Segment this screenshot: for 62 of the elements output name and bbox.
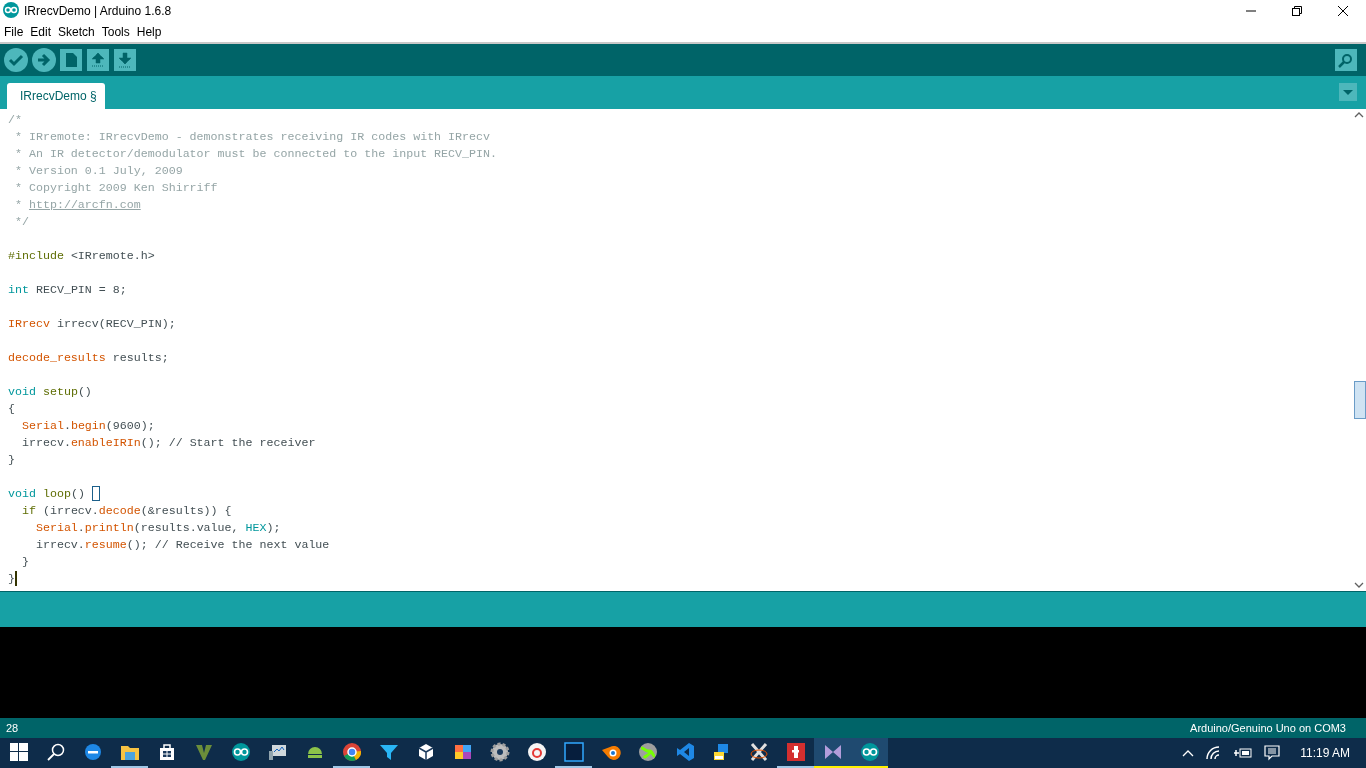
code-line: { [8,400,16,417]
code-line: void loop() [8,484,1352,502]
globe-icon [637,742,658,762]
window-title: IRrecvDemo | Arduino 1.6.8 [24,4,173,18]
square-app-icon [563,742,584,762]
menu-item[interactable]: Sketch [54,25,98,39]
code-line: } [8,570,18,587]
code-line: * Version 0.1 July, 2009 [14,162,184,179]
code-line: #include <IRremote.h> [8,247,156,264]
arrow-down-icon[interactable] [114,48,136,71]
menu-item[interactable]: File [0,25,27,39]
monitor-icon [267,742,288,762]
clock[interactable]: 11:19 AM [1300,746,1350,760]
board-port-label: Arduino/Genuino Uno on COM3 [1190,722,1346,734]
dropdown-icon[interactable] [1339,83,1357,102]
browser-icon [82,742,103,762]
bow-tie-icon [822,742,843,762]
code-line: /* [8,111,23,128]
code-line: * IRremote: IRrecvDemo - demonstrates receiving IR codes with IRrecv [14,128,491,145]
code-line: void setup() [8,383,93,400]
v-logo-icon [193,742,214,762]
infinity-logo-icon [859,742,880,762]
check-icon[interactable] [4,47,28,72]
line-number: 28 [6,722,19,734]
infinity-logo-icon [230,742,251,762]
restore-icon[interactable] [1292,6,1302,16]
code-line: } [8,451,16,468]
color-wheel-icon [341,742,362,762]
code-line: if (irrecv.decode(&results)) { [20,502,233,519]
close-icon[interactable] [1337,5,1349,17]
battery-icon[interactable] [1234,747,1253,759]
menu-item[interactable]: Tools [97,25,133,39]
search-icon[interactable] [46,743,65,761]
code-line: int RECV_PIN = 8; [8,281,128,298]
funnel-icon [378,742,399,762]
cross-icon [748,742,769,762]
arrow-right-icon[interactable] [32,47,56,72]
notification-icon[interactable] [1264,745,1281,761]
puzzle-icon [452,742,473,762]
gear-icon [489,742,510,762]
code-line: decode_results results; [8,349,170,366]
bracket-icon [674,742,695,762]
code-line: * An IR detector/demodulator must be connected to the input RECV_PIN. [14,145,498,162]
code-line: * Copyright 2009 Ken Shirriff [14,179,219,196]
scrollbar-thumb[interactable] [1354,380,1366,419]
menu-item[interactable]: Help [132,25,165,39]
start-icon[interactable] [9,743,28,761]
code-line: * http://arcfn.com [14,196,142,213]
code-line: */ [14,213,30,230]
document-icon[interactable] [60,48,82,71]
code-line: Serial.println(results.value, HEX); [34,519,282,536]
tile-icon [785,742,806,762]
tab[interactable]: IRrecvDemo § [7,82,105,109]
code-line: irrecv.enableIRIn(); // Start the receiver [20,434,317,451]
code-line: IRrecv irrecv(RECV_PIN); [8,315,177,332]
code-line: irrecv.resume(); // Receive the next value [34,536,331,553]
menu-item[interactable]: Edit [26,25,55,39]
chevron-up-icon[interactable] [1182,749,1195,757]
code-line: } [20,553,30,570]
code-line: Serial.begin(9600); [20,417,156,434]
arrow-up-icon[interactable] [87,48,109,71]
ring-icon [526,742,547,762]
